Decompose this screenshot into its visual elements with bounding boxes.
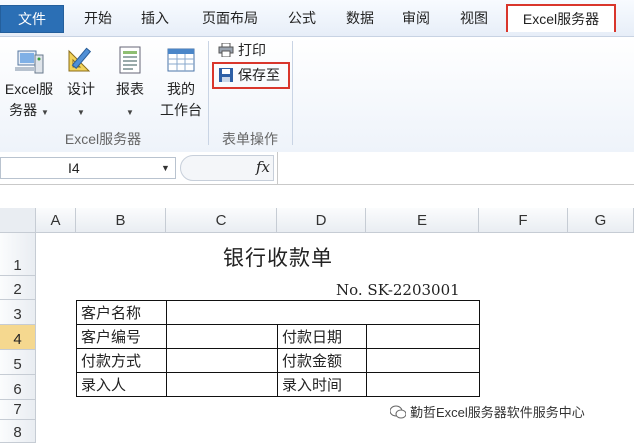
group-separator: [208, 41, 209, 145]
report-label: 报表: [116, 81, 144, 97]
workbench-icon: [167, 48, 195, 72]
row-header[interactable]: 1: [0, 233, 36, 276]
group-separator: [292, 41, 293, 145]
chevron-down-icon[interactable]: ▼: [161, 163, 170, 173]
cell-label: 付款方式: [76, 348, 167, 373]
column-header[interactable]: B: [76, 208, 166, 233]
select-all-corner[interactable]: [0, 208, 36, 233]
function-icon[interactable]: fx: [256, 158, 270, 176]
design-label: 设计: [67, 81, 95, 97]
print-button[interactable]: 打印: [218, 39, 266, 61]
chevron-down-icon: ▼: [126, 108, 134, 117]
tab-excel-server[interactable]: Excel服务器: [506, 4, 616, 32]
cell-label: 客户名称: [76, 300, 167, 325]
tab-data[interactable]: 数据: [334, 5, 386, 31]
receipt-form-table: 客户名称 客户编号 付款日期 付款方式 付款金额 录入人 录入时间: [76, 300, 480, 397]
tab-file[interactable]: 文件: [0, 5, 64, 33]
report-icon: [119, 46, 141, 74]
table-row: 录入人 录入时间: [76, 372, 480, 397]
table-row: 客户编号 付款日期: [76, 324, 480, 349]
tab-formulas[interactable]: 公式: [276, 5, 328, 31]
wechat-icon: [390, 405, 406, 419]
column-header[interactable]: C: [166, 208, 277, 233]
ribbon-tab-bar: 文件 开始 插入 页面布局 公式 数据 审阅 视图 Excel服务器: [0, 0, 634, 36]
row-header[interactable]: 5: [0, 350, 36, 375]
cell-label: 付款日期: [277, 324, 367, 349]
excel-server-button[interactable]: Excel服 务器 ▼: [2, 45, 56, 123]
chevron-down-icon: ▼: [40, 108, 49, 117]
row-header[interactable]: 3: [0, 300, 36, 325]
name-box[interactable]: I4: [0, 157, 176, 179]
group-label-excel-server: Excel服务器: [64, 131, 142, 147]
form-title: 银行收款单: [223, 247, 333, 270]
cell-label: 录入时间: [277, 372, 367, 397]
watermark-text: 勤哲Excel服务器软件服务中心: [410, 405, 585, 420]
row-header[interactable]: 8: [0, 420, 36, 443]
payment-method-field[interactable]: [166, 348, 278, 373]
printer-icon: [218, 43, 234, 57]
design-button[interactable]: 设计 ▼: [62, 45, 100, 123]
table-row: 客户名称: [76, 300, 480, 325]
report-button[interactable]: 报表 ▼: [110, 45, 150, 123]
column-header[interactable]: D: [277, 208, 366, 233]
customer-name-field[interactable]: [166, 300, 480, 325]
workbench-label-1: 我的: [167, 81, 195, 97]
cell-label: 付款金额: [277, 348, 367, 373]
tab-insert[interactable]: 插入: [128, 5, 182, 31]
entered-by-field[interactable]: [166, 372, 278, 397]
row-header[interactable]: 7: [0, 400, 36, 420]
payment-amount-field[interactable]: [366, 348, 480, 373]
customer-id-field[interactable]: [166, 324, 278, 349]
payment-date-field[interactable]: [366, 324, 480, 349]
tab-home[interactable]: 开始: [70, 5, 126, 31]
tab-review[interactable]: 审阅: [390, 5, 442, 31]
workbench-label-2: 工作台: [160, 102, 202, 118]
column-header[interactable]: F: [479, 208, 568, 233]
table-row: 付款方式 付款金额: [76, 348, 480, 373]
ribbon-panel: Excel服 务器 ▼ 设计 ▼ 报表 ▼ 我的 工作台 Excel服务器 打印…: [0, 36, 634, 153]
excel-server-label-1: Excel服: [4, 81, 54, 97]
excel-server-label-2: 务器: [9, 102, 38, 118]
toolbar-gap: [0, 185, 634, 207]
save-to-highlight-box: [212, 62, 290, 89]
cell-label: 客户编号: [76, 324, 167, 349]
design-icon: [68, 47, 92, 72]
my-workbench-button[interactable]: 我的 工作台: [156, 45, 206, 121]
column-header[interactable]: G: [568, 208, 634, 233]
group-label-form-operations: 表单操作: [222, 131, 278, 147]
row-header-selected[interactable]: 4: [0, 325, 36, 350]
column-header[interactable]: A: [36, 208, 76, 233]
formula-input[interactable]: [277, 152, 634, 184]
tab-page-layout[interactable]: 页面布局: [188, 5, 272, 31]
print-label: 打印: [238, 42, 266, 58]
tab-view[interactable]: 视图: [446, 5, 502, 31]
server-icon: [15, 50, 44, 74]
row-header[interactable]: 2: [0, 276, 36, 300]
cell-label: 录入人: [76, 372, 167, 397]
formula-bar: I4 ▼ fx: [0, 152, 634, 185]
chevron-down-icon: ▼: [77, 108, 85, 117]
column-header[interactable]: E: [366, 208, 479, 233]
row-header[interactable]: 6: [0, 375, 36, 400]
document-number: No. SK-2203001: [336, 281, 460, 299]
entry-time-field[interactable]: [366, 372, 480, 397]
watermark: 勤哲Excel服务器软件服务中心: [390, 402, 585, 421]
